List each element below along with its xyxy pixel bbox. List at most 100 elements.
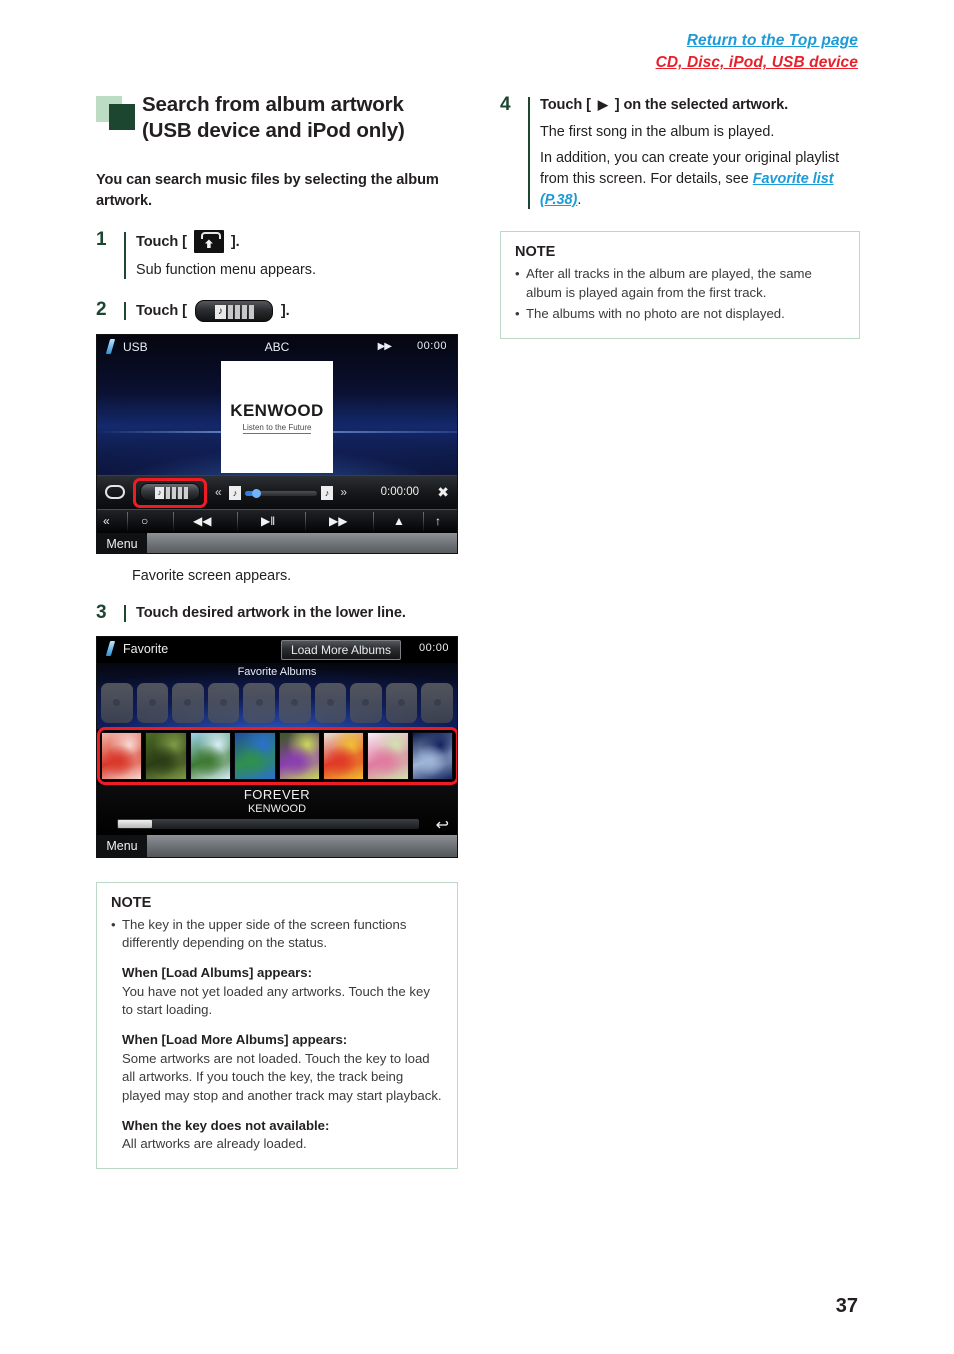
note-sub-body: All artworks are already loaded. bbox=[122, 1136, 307, 1152]
return-icon[interactable]: ↩ bbox=[436, 815, 449, 835]
source-pen-icon bbox=[104, 640, 118, 657]
shuffle-icon[interactable]: ✖ bbox=[437, 485, 449, 499]
repeat-icon[interactable] bbox=[105, 485, 125, 500]
note-box-right: NOTE • After all tracks in the album are… bbox=[500, 230, 860, 340]
right-column: 4 Touch [ ▶ ] on the selected artwork. T… bbox=[500, 95, 860, 340]
seek-bar-row[interactable]: « ♪ ♪ » bbox=[215, 484, 347, 502]
placeholder-album-icon[interactable] bbox=[207, 682, 240, 723]
step-4-line1: The first song in the album is played. bbox=[540, 124, 775, 141]
placeholder-album-icon[interactable] bbox=[136, 682, 169, 723]
page-number: 37 bbox=[835, 1295, 858, 1317]
step-2-suffix: ]. bbox=[276, 303, 290, 320]
seek-next-icon[interactable]: » bbox=[340, 485, 347, 499]
seek-track[interactable] bbox=[245, 489, 317, 499]
note-title: NOTE bbox=[111, 894, 152, 911]
album-thumb-green-bench[interactable] bbox=[145, 731, 187, 780]
step-4-rule bbox=[528, 97, 530, 209]
player-tray bbox=[147, 533, 457, 554]
step-2-rule bbox=[124, 302, 126, 321]
album-thumb-landscape[interactable] bbox=[189, 731, 232, 780]
placeholder-album-icon[interactable] bbox=[243, 682, 275, 723]
note-sub-body: Some artworks are not loaded. Touch the … bbox=[122, 1050, 442, 1104]
note-bullet: • After all tracks in the album are play… bbox=[515, 265, 845, 302]
page-title-line2: (USB device and iPod only) bbox=[142, 119, 405, 143]
album-thumb-red-flowers[interactable] bbox=[101, 731, 143, 780]
placeholder-album-icon[interactable] bbox=[350, 682, 382, 723]
note-bullet-text: After all tracks in the album are played… bbox=[526, 265, 812, 300]
note-subsection: When [Load Albums] appears: You have not… bbox=[111, 964, 443, 1020]
step-4: 4 Touch [ ▶ ] on the selected artwork. T… bbox=[500, 95, 860, 211]
seek-note-right-icon: ♪ bbox=[321, 486, 333, 501]
sub-function-icon[interactable]: ↑ bbox=[435, 514, 441, 528]
step-2-prefix: Touch [ bbox=[136, 303, 191, 320]
now-playing-title: FOREVER bbox=[243, 786, 311, 802]
note-box-left: NOTE • The key in the upper side of the … bbox=[96, 881, 458, 1170]
now-playing-info: FOREVER KENWOOD ↩ bbox=[97, 784, 457, 835]
load-more-albums-button[interactable]: Load More Albums bbox=[280, 639, 401, 660]
step-1-result: Sub function menu appears. bbox=[136, 262, 317, 279]
track-title: ABC bbox=[264, 340, 290, 355]
bullet-icon: • bbox=[111, 916, 116, 932]
search-icon[interactable]: ○ bbox=[141, 514, 148, 528]
return-to-top-link[interactable]: Return to the Top page bbox=[656, 30, 858, 52]
note-bullet: • The key in the upper side of the scree… bbox=[111, 916, 443, 953]
step-4-suffix: ] on the selected artwork. bbox=[610, 97, 789, 113]
page-title: Search from album artwork (USB device an… bbox=[142, 92, 458, 144]
scroll-bar[interactable] bbox=[117, 818, 419, 829]
back-icon[interactable]: « bbox=[103, 514, 110, 528]
note-sub-body: You have not yet loaded any artworks. To… bbox=[122, 983, 430, 1018]
placeholder-album-icon[interactable] bbox=[101, 682, 133, 723]
step-2-instruction: Touch [ ♪ ]. bbox=[136, 300, 458, 323]
seek-knob[interactable] bbox=[252, 489, 262, 499]
step-1-suffix: ]. bbox=[226, 233, 240, 250]
album-thumb-blue-figure[interactable] bbox=[411, 731, 453, 780]
favorite-source-label: Favorite bbox=[123, 641, 169, 656]
favorite-status-bar: Favorite Load More Albums 00:00 bbox=[97, 636, 457, 663]
placeholder-album-row[interactable] bbox=[101, 682, 453, 723]
menu-button[interactable]: Menu bbox=[97, 834, 147, 857]
step-2-result: Favorite screen appears. bbox=[132, 568, 292, 585]
page-title-line1: Search from album artwork bbox=[142, 93, 404, 116]
placeholder-album-icon[interactable] bbox=[314, 682, 347, 723]
next-track-icon[interactable]: ▶▶ bbox=[329, 514, 347, 528]
step-3-rule bbox=[124, 605, 126, 622]
note-sub-head: When the key does not available: bbox=[122, 1117, 330, 1133]
album-artwork-image: KENWOOD Listen to the Future bbox=[221, 361, 333, 474]
play-icon: ▶ bbox=[597, 97, 608, 113]
album-thumb-pink-blossom[interactable] bbox=[367, 731, 409, 780]
eject-icon[interactable]: ▲ bbox=[393, 514, 405, 528]
seek-prev-icon[interactable]: « bbox=[215, 485, 222, 499]
previous-track-icon[interactable]: ◀◀ bbox=[193, 514, 211, 528]
note-subsection: When [Load More Albums] appears: Some ar… bbox=[111, 1031, 443, 1106]
section-heading: Search from album artwork (USB device an… bbox=[96, 92, 458, 148]
step-4-line2: In addition, you can create your origina… bbox=[540, 148, 860, 211]
placeholder-album-icon[interactable] bbox=[278, 682, 311, 723]
artwork-search-button[interactable]: ♪ bbox=[140, 483, 200, 502]
placeholder-album-icon[interactable] bbox=[421, 682, 453, 723]
elapsed-time: 0:00:00 bbox=[380, 486, 419, 499]
note-bullet: • The albums with no photo are not displ… bbox=[515, 305, 845, 324]
album-thumb-blue-leaf[interactable] bbox=[234, 731, 276, 780]
cd-disc-ipod-usb-link[interactable]: CD, Disc, iPod, USB device bbox=[656, 52, 858, 74]
album-thumbnail-row-wrap bbox=[97, 728, 457, 783]
seek-note-left-icon: ♪ bbox=[229, 486, 241, 501]
submenu-up-arrow-icon bbox=[193, 230, 224, 254]
bullet-icon: • bbox=[515, 265, 520, 281]
fast-forward-icon: ▶▶ bbox=[377, 341, 392, 353]
step-1-prefix: Touch [ bbox=[136, 233, 191, 250]
note-sub-head: When [Load More Albums] appears: bbox=[122, 1032, 348, 1048]
placeholder-album-icon[interactable] bbox=[385, 682, 418, 723]
note-title: NOTE bbox=[515, 243, 556, 260]
favorite-screen-screenshot: Favorite Load More Albums 00:00 Favorite… bbox=[96, 635, 458, 858]
step-1: 1 Touch [ ]. Sub function menu appears. bbox=[96, 230, 458, 281]
album-thumb-purple-orb[interactable] bbox=[278, 731, 320, 780]
note-subsection: When the key does not available: All art… bbox=[111, 1117, 443, 1154]
player-control-bar: ♪ « ♪ ♪ » 0:00:00 ✖ bbox=[97, 475, 457, 510]
step-4-number: 4 bbox=[500, 94, 511, 115]
placeholder-album-icon[interactable] bbox=[172, 682, 204, 723]
album-thumbnail-row[interactable] bbox=[101, 731, 453, 780]
header-links: Return to the Top page CD, Disc, iPod, U… bbox=[656, 30, 858, 75]
play-pause-icon[interactable]: ▶‖ bbox=[261, 514, 275, 528]
menu-button[interactable]: Menu bbox=[97, 533, 147, 554]
album-thumb-bouquet[interactable] bbox=[322, 731, 365, 780]
